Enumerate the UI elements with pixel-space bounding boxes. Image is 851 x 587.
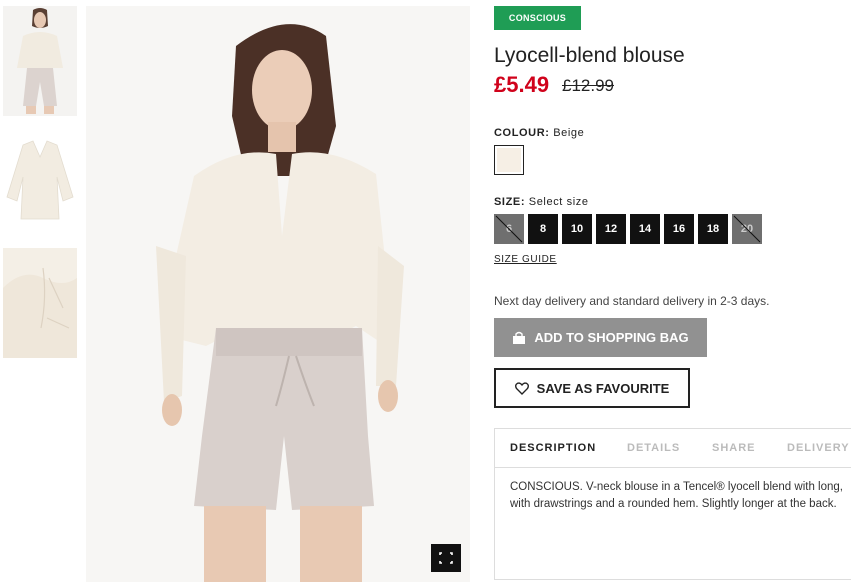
product-info-tabs: DESCRIPTION DETAILS SHARE DELIVERY CONSC… bbox=[494, 428, 851, 580]
colour-value: Beige bbox=[553, 127, 585, 139]
colour-label: COLOUR: Beige bbox=[494, 127, 584, 139]
tab-description[interactable]: DESCRIPTION bbox=[510, 442, 596, 454]
shopping-bag-icon bbox=[513, 331, 526, 344]
size-label: SIZE: Select size bbox=[494, 196, 589, 208]
add-to-bag-label: ADD TO SHOPPING BAG bbox=[534, 330, 689, 345]
size-option[interactable]: 8 bbox=[528, 214, 558, 244]
size-option[interactable]: 16 bbox=[664, 214, 694, 244]
size-label-title: SIZE: bbox=[494, 196, 526, 208]
colour-label-title: COLOUR: bbox=[494, 127, 550, 139]
size-value: Select size bbox=[528, 196, 589, 208]
tab-delivery[interactable]: DELIVERY bbox=[787, 442, 850, 454]
size-option-label: 18 bbox=[706, 223, 720, 235]
thumbnail-model[interactable] bbox=[3, 6, 77, 116]
original-price: £12.99 bbox=[562, 76, 614, 95]
heart-icon bbox=[514, 381, 529, 395]
save-favourite-button[interactable]: SAVE AS FAVOURITE bbox=[494, 368, 690, 408]
thumbnail-blouse-detail[interactable] bbox=[3, 248, 77, 358]
size-option[interactable]: 18 bbox=[698, 214, 728, 244]
size-option-label: 16 bbox=[672, 223, 686, 235]
size-option-label: 10 bbox=[570, 223, 584, 235]
size-option[interactable]: 20 bbox=[732, 214, 762, 244]
fullscreen-icon[interactable] bbox=[431, 544, 461, 572]
description-text: CONSCIOUS. V-neck blouse in a Tencel® ly… bbox=[510, 479, 843, 513]
product-title: Lyocell-blend blouse bbox=[494, 44, 685, 67]
colour-swatch-beige[interactable] bbox=[494, 145, 524, 175]
size-option-label: 12 bbox=[604, 223, 618, 235]
tab-share[interactable]: SHARE bbox=[712, 442, 756, 454]
save-favourite-label: SAVE AS FAVOURITE bbox=[536, 380, 670, 396]
delivery-info: Next day delivery and standard delivery … bbox=[494, 294, 770, 308]
colour-swatch-fill bbox=[497, 148, 521, 172]
size-selector: 6 8 10 12 14 16 18 20 bbox=[494, 214, 762, 244]
tab-bar: DESCRIPTION DETAILS SHARE DELIVERY bbox=[495, 429, 851, 468]
size-option[interactable]: 6 bbox=[494, 214, 524, 244]
add-to-bag-button[interactable]: ADD TO SHOPPING BAG bbox=[494, 318, 707, 357]
conscious-badge: CONSCIOUS bbox=[494, 6, 581, 30]
tab-details[interactable]: DETAILS bbox=[627, 442, 680, 454]
size-option-label: 8 bbox=[539, 223, 547, 235]
description-line: CONSCIOUS. V-neck blouse in a Tencel® ly… bbox=[510, 481, 843, 493]
size-option[interactable]: 12 bbox=[596, 214, 626, 244]
size-option[interactable]: 14 bbox=[630, 214, 660, 244]
size-option-label: 14 bbox=[638, 223, 652, 235]
thumbnail-blouse-flat[interactable] bbox=[3, 127, 77, 237]
sale-price: £5.49 bbox=[494, 72, 550, 97]
description-line: with drawstrings and a rounded hem. Slig… bbox=[510, 498, 837, 510]
size-option[interactable]: 10 bbox=[562, 214, 592, 244]
size-guide-link[interactable]: SIZE GUIDE bbox=[494, 254, 557, 265]
main-product-image bbox=[86, 6, 470, 582]
